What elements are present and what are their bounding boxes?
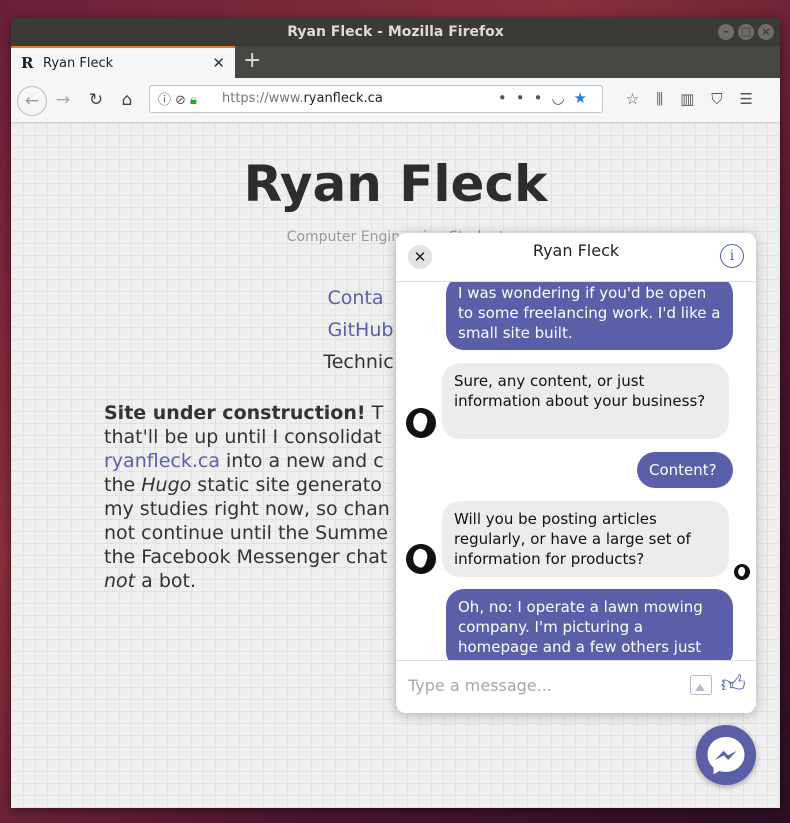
page-actions-icon[interactable]: •••: [498, 89, 552, 107]
site-info-icon[interactable]: ⓘ⊘🔒︎: [158, 89, 201, 108]
hamburger-menu-icon[interactable]: ☰: [740, 90, 770, 108]
chat-messages[interactable]: I was wondering if you'd be open to some…: [396, 282, 756, 660]
para-text: into a new and c: [219, 450, 384, 472]
url-domain: ryanfleck.ca: [303, 91, 383, 106]
read-receipt-avatar: [734, 564, 750, 580]
info-icon[interactable]: i: [720, 244, 744, 268]
url-text[interactable]: https://www.ryanfleck.ca: [222, 91, 383, 106]
messenger-launcher-button[interactable]: [696, 725, 756, 785]
message-bubble-user: Content?: [637, 452, 733, 488]
window-title: Ryan Fleck - Mozilla Firefox: [287, 24, 504, 40]
url-prefix: https://www.: [222, 91, 304, 106]
message-input[interactable]: Type a message...: [408, 676, 552, 695]
ryanfleck-link[interactable]: ryanfleck.ca: [104, 450, 220, 472]
home-button[interactable]: ⌂: [113, 86, 141, 114]
navigation-toolbar: ← → ↻ ⌂ ⓘ⊘🔒︎ https://www.ryanfleck.ca ••…: [11, 78, 780, 123]
back-button[interactable]: ←: [17, 86, 47, 116]
para-text: a bot.: [135, 570, 197, 592]
image-attach-icon[interactable]: [690, 675, 712, 695]
forward-button[interactable]: →: [49, 86, 77, 114]
para-text: T: [365, 402, 384, 424]
avatar: [406, 544, 436, 574]
reload-button[interactable]: ↻: [82, 86, 110, 114]
tab-ryan-fleck[interactable]: R Ryan Fleck ✕: [11, 46, 235, 78]
thumbs-up-icon[interactable]: 👍︎: [721, 671, 746, 697]
nav-link-technical-label[interactable]: Technic: [323, 351, 393, 373]
maximize-icon[interactable]: □: [738, 24, 754, 40]
construction-notice: Site under construction!: [104, 402, 366, 424]
chat-composer: Type a message... 👍︎: [396, 660, 756, 713]
tab-close-icon[interactable]: ✕: [212, 54, 225, 72]
site-favicon: R: [21, 54, 34, 72]
sidebar-icon[interactable]: ▥: [680, 90, 711, 108]
nav-link-contact-label[interactable]: Conta: [327, 287, 383, 309]
hugo-text: Hugo: [141, 474, 192, 496]
bookmark-star-icon[interactable]: ★: [574, 89, 596, 107]
para-text: the: [104, 474, 142, 496]
not-text: not: [104, 570, 136, 592]
library-icon[interactable]: ⫼: [656, 90, 680, 108]
pocket-icon[interactable]: ◡: [551, 89, 573, 107]
para-text: static site generato: [191, 474, 382, 496]
page-title: Ryan Fleck: [243, 155, 548, 213]
chat-title: Ryan Fleck: [532, 241, 620, 260]
tab-bar: R Ryan Fleck ✕ +: [11, 46, 780, 78]
nav-link-github-label[interactable]: GitHub: [328, 319, 394, 341]
chat-header: ✕ Ryan Fleck i: [396, 233, 756, 282]
lock-icon: 🔒︎: [189, 93, 201, 108]
ublock-icon[interactable]: ⛉: [711, 90, 739, 108]
messenger-chat-panel: ✕ Ryan Fleck i I was wondering if you'd …: [396, 233, 756, 713]
window-titlebar: Ryan Fleck - Mozilla Firefox – □ ×: [11, 18, 780, 46]
url-bar[interactable]: ⓘ⊘🔒︎ https://www.ryanfleck.ca •••◡★: [149, 85, 603, 113]
close-window-icon[interactable]: ×: [758, 24, 774, 40]
message-bubble-user: Oh, no: I operate a lawn mowing company.…: [446, 589, 733, 660]
avatar: [406, 408, 436, 438]
message-bubble-page: Will you be posting articles regularly, …: [442, 501, 729, 577]
tab-title: Ryan Fleck: [43, 55, 114, 71]
new-tab-icon[interactable]: +: [243, 50, 261, 72]
minimize-icon[interactable]: –: [718, 24, 734, 40]
message-bubble-user: I was wondering if you'd be open to some…: [446, 282, 733, 350]
bookmarks-menu-icon[interactable]: ☆: [626, 90, 656, 108]
message-bubble-page: Sure, any content, or just information a…: [442, 363, 729, 439]
messenger-icon: [707, 737, 745, 775]
